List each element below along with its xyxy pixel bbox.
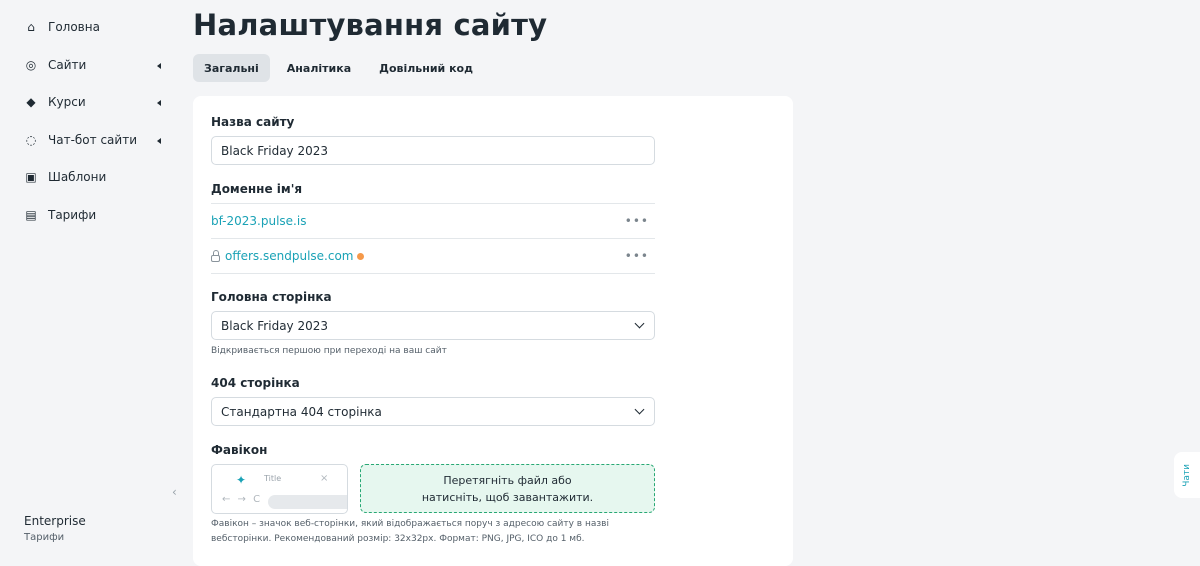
- browser-nav-icons: ← → C: [222, 494, 263, 505]
- browser-tab-preview: ✦ Title ×: [212, 465, 347, 491]
- site-name-label: Назва сайту: [211, 115, 295, 129]
- plan-tariffs-link[interactable]: Тарифи: [24, 532, 64, 543]
- caret-left-icon[interactable]: [157, 63, 161, 69]
- sidebar: ⌂ Головна ◎ Сайти ◆ Курси ◌ Чат-бот сайт…: [0, 0, 190, 561]
- settings-card: Назва сайту Black Friday 2023 Доменне ім…: [193, 96, 793, 566]
- domain-row: bf-2023.pulse.is •••: [211, 204, 655, 238]
- home-icon: ⌂: [27, 20, 35, 34]
- sites-icon: ◎: [25, 58, 37, 72]
- caret-left-icon[interactable]: [157, 138, 161, 144]
- more-options-icon[interactable]: •••: [625, 249, 655, 263]
- sidebar-item-label: Головна: [48, 20, 100, 34]
- chats-tab-label: Чати: [1182, 463, 1192, 487]
- sidebar-item-sites[interactable]: ◎ Сайти: [24, 55, 87, 75]
- home-page-label: Головна сторінка: [211, 290, 332, 304]
- graduation-cap-icon: ◆: [26, 95, 36, 109]
- sidebar-item-label: Тарифи: [48, 208, 97, 222]
- domain-link[interactable]: bf-2023.pulse.is: [211, 214, 306, 228]
- sidebar-item-home[interactable]: ⌂ Головна: [24, 17, 100, 37]
- sidebar-item-courses[interactable]: ◆ Курси: [24, 92, 86, 112]
- favicon-preview-title: Title: [264, 474, 282, 483]
- address-bar-placeholder: [268, 495, 347, 509]
- caret-left-icon[interactable]: [157, 100, 161, 106]
- domain-name: offers.sendpulse.com: [225, 249, 354, 263]
- domain-link[interactable]: offers.sendpulse.com: [211, 249, 365, 263]
- chevron-down-icon: [634, 318, 645, 329]
- domain-row: offers.sendpulse.com •••: [211, 239, 655, 273]
- sidebar-item-label: Курси: [48, 95, 86, 109]
- favicon-dropzone[interactable]: Перетягніть файл або натисніть, щоб зава…: [360, 464, 655, 513]
- tab-general[interactable]: Загальні: [193, 54, 270, 82]
- favicon-logo-icon: ✦: [236, 473, 247, 487]
- sidebar-item-chatbot-sites[interactable]: ◌ Чат-бот сайти: [24, 130, 137, 150]
- collapse-sidebar-icon[interactable]: ‹: [172, 485, 177, 499]
- chats-tab[interactable]: Чати: [1174, 452, 1200, 498]
- site-name-input[interactable]: Black Friday 2023: [211, 136, 655, 165]
- close-icon: ×: [320, 473, 329, 484]
- tab-custom-code[interactable]: Довільний код: [368, 54, 484, 82]
- page404-value: Стандартна 404 сторінка: [221, 404, 382, 419]
- page404-select[interactable]: Стандартна 404 сторінка: [211, 397, 655, 426]
- tariff-icon: ▤: [25, 208, 37, 222]
- home-page-select[interactable]: Black Friday 2023: [211, 311, 655, 340]
- more-options-icon[interactable]: •••: [625, 214, 655, 228]
- chat-icon: ◌: [25, 133, 37, 147]
- dropzone-text-line1: Перетягніть файл або: [443, 473, 572, 487]
- template-icon: ▣: [25, 170, 37, 184]
- sidebar-item-label: Чат-бот сайти: [48, 133, 137, 147]
- page404-label: 404 сторінка: [211, 376, 300, 390]
- divider: [211, 273, 655, 274]
- sidebar-item-templates[interactable]: ▣ Шаблони: [24, 167, 106, 187]
- home-page-value: Black Friday 2023: [221, 318, 329, 333]
- favicon-hint-line1: Фавікон – значок веб-сторінки, який відо…: [211, 519, 609, 529]
- chevron-down-icon: [634, 404, 645, 415]
- favicon-hint-line2: вебсторінки. Рекомендований розмір: 32x3…: [211, 534, 585, 544]
- domain-label: Доменне ім'я: [211, 182, 303, 196]
- favicon-hint: Фавікон – значок веб-сторінки, який відо…: [211, 517, 609, 547]
- sidebar-item-label: Шаблони: [48, 170, 107, 184]
- plan-name: Enterprise: [24, 514, 86, 528]
- settings-tabs: Загальні Аналітика Довільний код: [193, 54, 484, 82]
- sidebar-item-label: Сайти: [48, 58, 87, 72]
- favicon-label: Фавікон: [211, 443, 268, 457]
- status-dot-icon: [357, 252, 365, 260]
- dropzone-text-line2: натисніть, щоб завантажити.: [421, 490, 594, 504]
- favicon-preview: ✦ Title × ← → C: [211, 464, 348, 514]
- sidebar-item-tariffs[interactable]: ▤ Тарифи: [24, 205, 96, 225]
- home-page-hint: Відкривається першою при переході на ваш…: [211, 346, 447, 356]
- lock-icon: [211, 249, 220, 262]
- page-title: Налаштування сайту: [193, 8, 548, 42]
- tab-analytics[interactable]: Аналітика: [276, 54, 362, 82]
